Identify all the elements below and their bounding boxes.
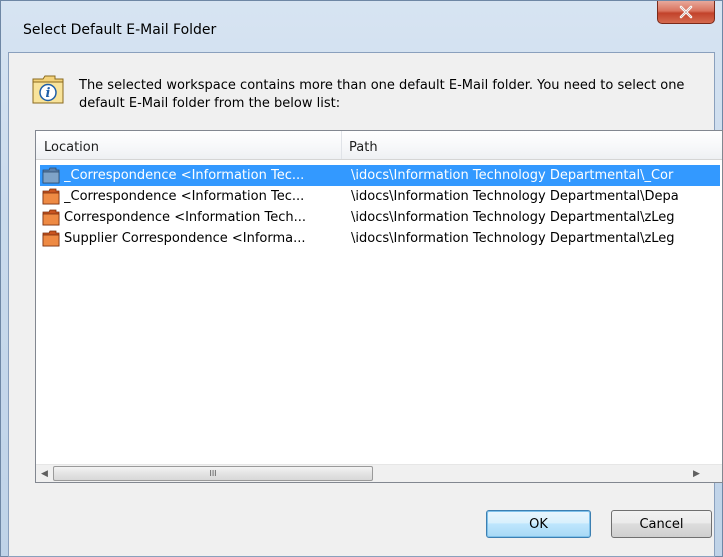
email-folder-icon [42,230,60,247]
column-header-path[interactable]: Path [341,131,721,159]
arrow-right-icon: ▶ [693,468,700,479]
close-icon [679,5,693,19]
location-cell: Correspondence <Information Tech... [64,210,306,225]
close-button[interactable] [657,1,715,24]
scroll-right-button[interactable]: ▶ [688,465,705,482]
email-folder-list[interactable]: Location Path _Correspondence <Informati… [35,130,723,483]
location-cell: _Correspondence <Information Tec... [64,168,305,183]
cancel-button[interactable]: Cancel [611,510,712,538]
ok-button[interactable]: OK [486,510,591,538]
scroll-grip: III [209,469,217,478]
list-row[interactable]: Supplier Correspondence <Informa... \ido… [40,228,720,249]
list-header: Location Path [36,131,722,160]
scroll-left-button[interactable]: ◀ [36,465,53,482]
location-cell: _Correspondence <Information Tec... [64,189,305,204]
location-cell: Supplier Correspondence <Informa... [64,231,306,246]
path-cell: \idocs\Information Technology Department… [351,189,679,204]
scroll-thumb[interactable]: III [53,466,373,481]
arrow-left-icon: ◀ [41,468,48,479]
svg-text:i: i [46,86,51,101]
column-header-location[interactable]: Location [36,131,341,159]
list-row[interactable]: _Correspondence <Information Tec... \ido… [40,165,720,186]
instruction-message: The selected workspace contains more tha… [79,78,685,111]
path-cell: \idocs\Information Technology Department… [351,231,675,246]
horizontal-scrollbar[interactable]: ◀ III ▶ [36,464,722,482]
info-folder-icon: i [32,75,64,104]
email-folder-icon [42,167,60,184]
window-title: Select Default E-Mail Folder [23,22,217,38]
email-folder-icon [42,188,60,205]
path-cell: \idocs\Information Technology Department… [351,210,675,225]
list-row[interactable]: _Correspondence <Information Tec... \ido… [40,186,720,207]
path-cell: \idocs\Information Technology Department… [351,168,674,183]
email-folder-icon [42,209,60,226]
list-row[interactable]: Correspondence <Information Tech... \ido… [40,207,720,228]
